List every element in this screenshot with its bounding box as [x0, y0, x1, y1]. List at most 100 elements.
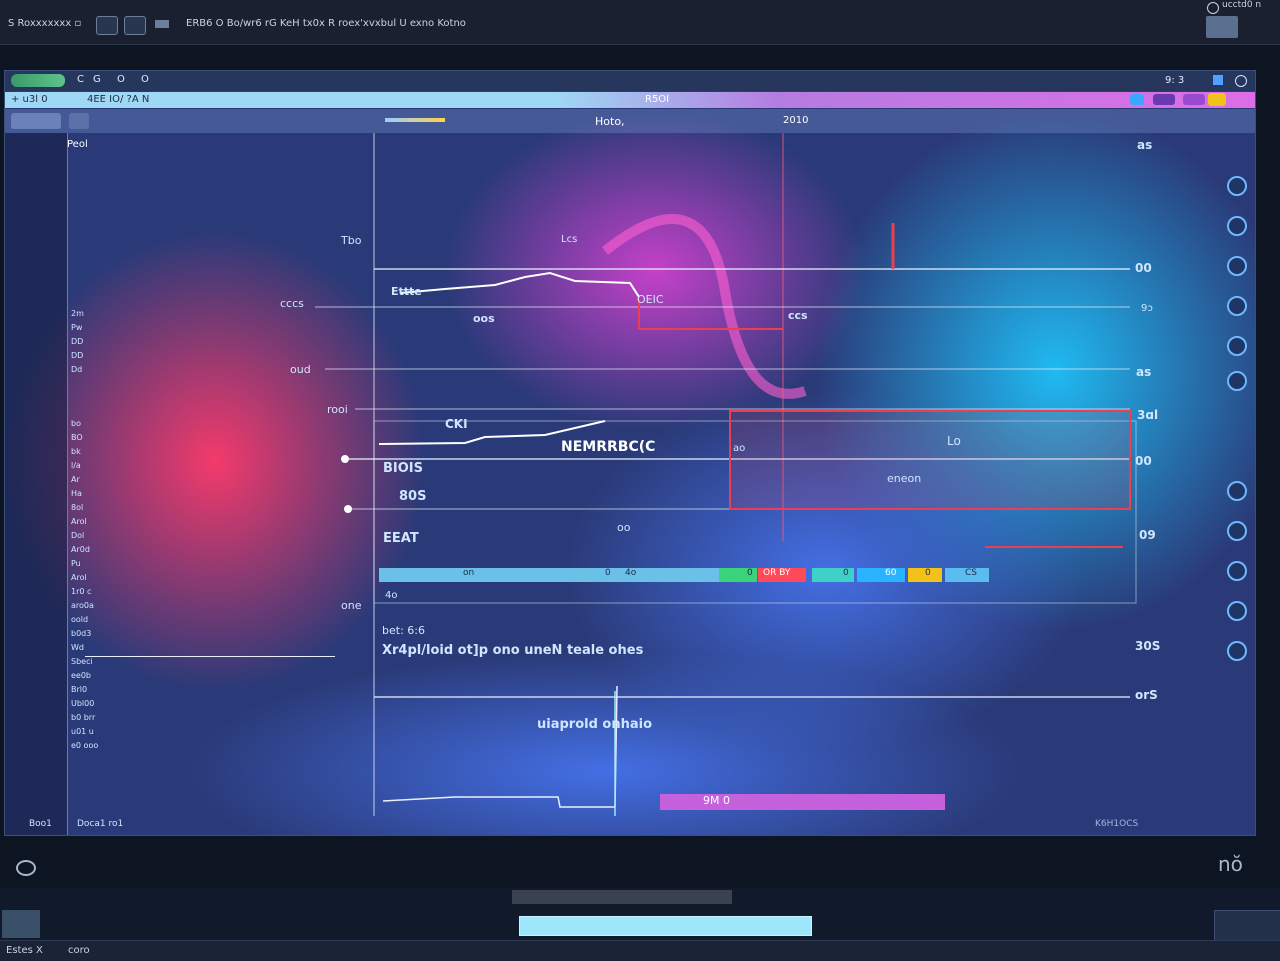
sidebar-item[interactable]: u01 u	[71, 725, 131, 739]
list-icon[interactable]	[155, 20, 169, 28]
sidebar-item[interactable]: bo	[71, 417, 131, 431]
right-axis-label-4: as	[1136, 365, 1152, 379]
sidebar-item[interactable]: Pw	[71, 321, 131, 335]
os-top-bar: S Roxxxxxxx ▫ ERB6 O Bo/wr6 rG KeH tx0x …	[0, 0, 1280, 45]
search-icon[interactable]	[1227, 216, 1247, 236]
lower-panel-label-a: bet: 6:6	[382, 624, 425, 637]
legend-label-4: 0	[747, 568, 753, 578]
plot-label-lo: Lo	[947, 434, 961, 448]
legend-label-9: CS	[965, 568, 977, 578]
sidebar-item[interactable]: Arol	[71, 515, 131, 529]
sidebar-item[interactable]: bk	[71, 445, 131, 459]
lower-panel-right-top: 30S	[1135, 639, 1161, 653]
cursor-icon[interactable]	[1227, 521, 1247, 541]
status-tab-right[interactable]: coro	[68, 945, 90, 956]
sidebar-item[interactable]: 8ol	[71, 501, 131, 515]
sidebar-item[interactable]: Ha	[71, 487, 131, 501]
plot-label-cki: CKI	[445, 417, 468, 431]
sidebar-item[interactable]: DD	[71, 335, 131, 349]
right-axis-label-5: 3ɑl	[1137, 408, 1159, 422]
footer-left-label: Boo1	[29, 819, 52, 829]
sidebar-item[interactable]: ee0b	[71, 669, 131, 683]
os-right-label: ucctd0 n	[1222, 0, 1262, 10]
brand-logo: nŏ	[1218, 852, 1243, 876]
zoom-icon[interactable]	[1227, 256, 1247, 276]
sidebar-item[interactable]: Pu	[71, 557, 131, 571]
sidebar-item[interactable]: aro0a	[71, 599, 131, 613]
plot-label-ao: ao	[733, 443, 746, 454]
sidebar-item[interactable]: b0 brr	[71, 711, 131, 725]
legend-label-1: on	[463, 568, 475, 578]
left-axis-label-4: rooi	[327, 403, 348, 416]
plot-label-eneon: eneon	[887, 472, 922, 485]
os-window-title: ERB6 O Bo/wr6 rG KeH tx0x R roex'xvxbul …	[186, 18, 466, 29]
left-sidebar-list: 2m Pw DD DD Dd bo BO bk l/a Ar Ha 8ol Ar…	[71, 307, 131, 807]
plot-baseline-label: 4o	[385, 590, 398, 601]
os-menu-label[interactable]: S Roxxxxxxx ▫	[8, 18, 81, 29]
plot-label-oos: oos	[473, 312, 495, 325]
sidebar-item[interactable]: 2m	[71, 307, 131, 321]
sidebar-item[interactable]: Arol	[71, 571, 131, 585]
plot-label-ccs: ccs	[788, 309, 808, 322]
window-toggle-icon[interactable]	[96, 16, 118, 35]
share-icon[interactable]	[1227, 641, 1247, 661]
status-tab-left[interactable]: Estes X	[6, 945, 43, 956]
sidebar-item[interactable]: Ar0d	[71, 543, 131, 557]
sidebar-item[interactable]: BO	[71, 431, 131, 445]
sidebar-item[interactable]: b0d3	[71, 627, 131, 641]
right-axis-label-1: as	[1137, 138, 1153, 152]
dock-button-left[interactable]	[2, 910, 40, 938]
tray-button[interactable]	[1206, 16, 1238, 38]
plot-label-oo: oo	[617, 521, 631, 534]
camera-icon[interactable]	[1227, 561, 1247, 581]
right-toolbar	[1223, 176, 1253, 796]
lock-icon[interactable]	[1227, 601, 1247, 621]
sidebar-item[interactable]: Ar	[71, 473, 131, 487]
right-axis-label-3: 9ɔ	[1141, 303, 1153, 314]
sidebar-item[interactable]: 1r0 c	[71, 585, 131, 599]
status-bar: Estes X coro	[0, 940, 1280, 961]
power-icon[interactable]	[1207, 2, 1219, 14]
gear-icon[interactable]	[16, 860, 36, 876]
right-axis-label-7: 09	[1139, 528, 1156, 542]
left-axis-label-3: oud	[290, 363, 311, 376]
left-axis-label-1: Tbo	[341, 234, 362, 247]
sidebar-divider	[85, 656, 335, 657]
pan-icon[interactable]	[1227, 296, 1247, 316]
sidebar-item[interactable]: e0 ooo	[71, 739, 131, 753]
lower-panel-label-b: Xr4pl/loid ot]p ono uneN teale ohes	[382, 643, 644, 658]
lower-panel-label-c: uiaprold onhaio	[537, 717, 653, 732]
legend-label-6: 0	[843, 568, 849, 578]
dock-button-right[interactable]	[1214, 910, 1280, 942]
legend-label-8: 0	[925, 568, 931, 578]
plot-label-biois: BIOIS	[383, 461, 423, 476]
corner-status-label: K6H1OCS	[1095, 819, 1139, 829]
plot-center-title: NEMRRBC(C	[561, 439, 656, 455]
window-layout-icon[interactable]	[124, 16, 146, 35]
legend-label-2: 0	[605, 568, 611, 578]
plot-label-lcs: Lcs	[561, 234, 578, 245]
sidebar-item[interactable]: DD	[71, 349, 131, 363]
progress-bar	[519, 916, 812, 936]
legend-label-7: 60	[885, 568, 897, 578]
right-axis-label-6: 00	[1135, 454, 1152, 468]
sidebar-item[interactable]: l/a	[71, 459, 131, 473]
sidebar-item[interactable]: oold	[71, 613, 131, 627]
layers-icon[interactable]	[1227, 336, 1247, 356]
grid-icon[interactable]	[1227, 371, 1247, 391]
ruler-icon[interactable]	[1227, 481, 1247, 501]
sidebar-item[interactable]: Dd	[71, 363, 131, 377]
sidebar-item[interactable]: Ubl00	[71, 697, 131, 711]
plot-label-80s: 80S	[399, 489, 427, 504]
legend-label-5: OR BY	[763, 568, 791, 578]
sidebar-item[interactable]: Brl0	[71, 683, 131, 697]
sidebar-item[interactable]: Wd	[71, 641, 131, 655]
left-axis-label-2: cccs	[280, 297, 304, 310]
plot-label-eeat: EEAT	[383, 531, 419, 546]
sidebar-item[interactable]: Dol	[71, 529, 131, 543]
sidebar-item[interactable]: Sbeci	[71, 655, 131, 669]
left-axis-label-5: one	[341, 599, 362, 612]
app-window: C G O O 9: 3 + u3l 0 4EE IO/ ?A N R5OI H…	[4, 70, 1256, 836]
footer-mid-label: Doca1 ro1	[77, 819, 124, 829]
refresh-icon[interactable]	[1227, 176, 1247, 196]
